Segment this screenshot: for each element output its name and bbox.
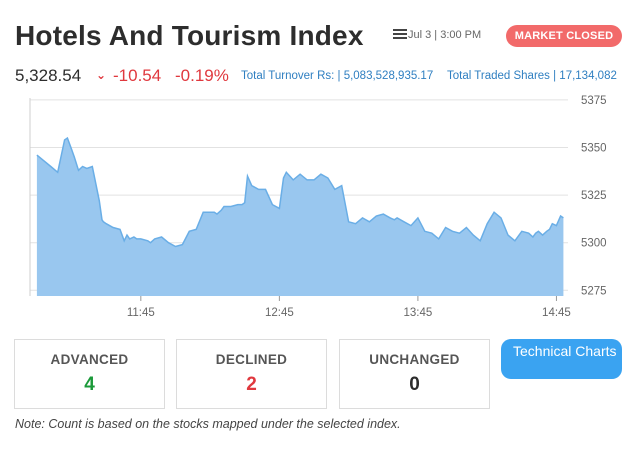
chevron-down-icon: ⌄ bbox=[96, 68, 107, 82]
technical-charts-button[interactable]: Technical Charts bbox=[501, 339, 622, 379]
unchanged-card: UNCHANGED 0 bbox=[339, 339, 490, 409]
market-status-badge: MARKET CLOSED bbox=[506, 25, 622, 47]
menu-icon[interactable] bbox=[393, 29, 407, 41]
declined-label: DECLINED bbox=[215, 352, 288, 367]
index-change-percent: -0.19% bbox=[175, 66, 229, 85]
index-stats-row: 5,328.54 ⌄ -10.54 -0.19% Total Turnover … bbox=[15, 66, 627, 88]
y-tick-label: 5350 bbox=[581, 143, 607, 155]
unchanged-label: UNCHANGED bbox=[369, 352, 460, 367]
index-value: 5,328.54 bbox=[15, 66, 82, 85]
y-tick-label: 5375 bbox=[581, 95, 607, 107]
footnote: Note: Count is based on the stocks mappe… bbox=[15, 417, 401, 431]
x-tick-label: 14:45 bbox=[542, 307, 571, 319]
x-tick-label: 11:45 bbox=[127, 307, 155, 319]
y-tick-label: 5325 bbox=[581, 190, 607, 202]
unchanged-count: 0 bbox=[409, 374, 420, 395]
index-chart[interactable]: 5275 5300 5325 5350 5375 11:45 12:45 13:45 14:45 bbox=[0, 90, 632, 330]
y-tick-label: 5275 bbox=[581, 285, 607, 297]
x-tick-label: 13:45 bbox=[404, 307, 433, 319]
advanced-card: ADVANCED 4 bbox=[14, 339, 165, 409]
index-change: -10.54 bbox=[113, 66, 162, 85]
chart-svg[interactable]: 5275 5300 5325 5350 5375 11:45 12:45 13:45 14:45 bbox=[0, 90, 632, 330]
page-title: Hotels And Tourism Index bbox=[15, 20, 364, 51]
advanced-count: 4 bbox=[84, 374, 95, 395]
declined-count: 2 bbox=[246, 374, 257, 395]
declined-card: DECLINED 2 bbox=[176, 339, 327, 409]
total-turnover: Total Turnover Rs: | 5,083,528,935.17 bbox=[241, 70, 434, 82]
y-tick-label: 5300 bbox=[581, 238, 607, 250]
header: Hotels And Tourism Index Jul 3 | 3:00 PM… bbox=[15, 18, 625, 58]
date-time-label: Jul 3 | 3:00 PM bbox=[408, 29, 482, 41]
total-traded-shares: Total Traded Shares | 17,134,082 bbox=[447, 70, 617, 82]
advanced-label: ADVANCED bbox=[50, 352, 129, 367]
index-area-series bbox=[36, 138, 564, 296]
x-tick-label: 12:45 bbox=[265, 307, 294, 319]
